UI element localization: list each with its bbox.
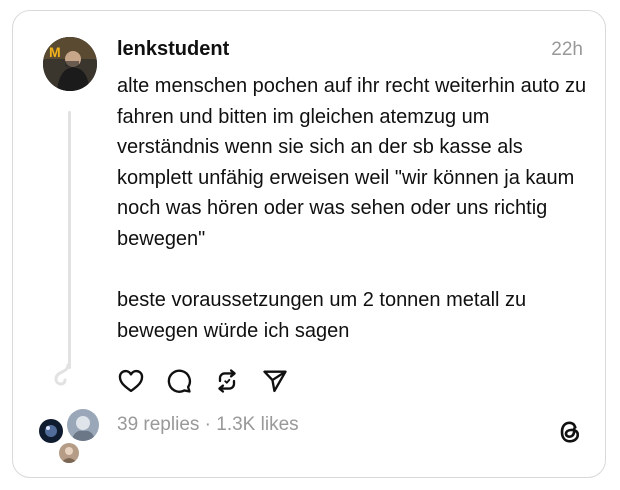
post-card: M lenkstudent 22h alte menschen pochen a… bbox=[12, 10, 606, 478]
post-paragraph-1: alte menschen pochen auf ihr recht weite… bbox=[117, 75, 587, 250]
replier-avatar-1 bbox=[37, 417, 65, 445]
send-icon[interactable] bbox=[261, 367, 289, 395]
thread-line bbox=[68, 111, 71, 369]
threads-logo-icon[interactable] bbox=[555, 417, 585, 447]
heart-icon[interactable] bbox=[117, 367, 145, 395]
reply-like-stats[interactable]: 39 replies · 1.3K likes bbox=[117, 414, 299, 436]
repost-icon[interactable] bbox=[213, 367, 241, 395]
svg-text:M: M bbox=[49, 44, 61, 60]
post-timestamp: 22h bbox=[551, 39, 583, 60]
post-body: alte menschen pochen auf ihr recht weite… bbox=[117, 71, 597, 346]
replier-avatar-2 bbox=[65, 407, 101, 443]
replier-avatar-3 bbox=[57, 441, 81, 465]
author-avatar[interactable]: M bbox=[43, 37, 97, 91]
thread-curl bbox=[54, 363, 70, 386]
comment-icon[interactable] bbox=[165, 367, 193, 395]
post-paragraph-2: beste voraussetzungen um 2 tonnen metall… bbox=[117, 289, 527, 342]
author-username[interactable]: lenkstudent bbox=[117, 38, 229, 61]
